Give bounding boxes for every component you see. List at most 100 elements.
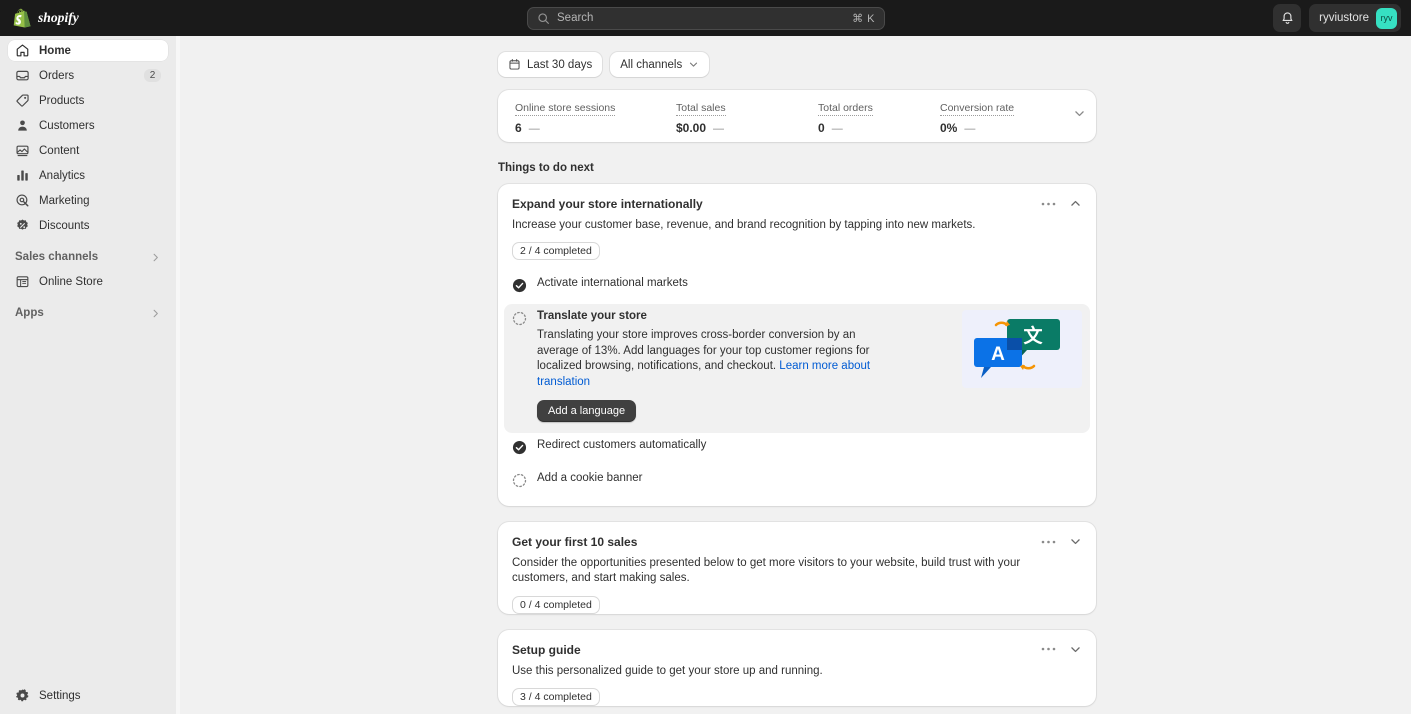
metric-total-sales: Total sales $0.00 — [676, 98, 818, 135]
sidebar-item-home[interactable]: Home [8, 40, 168, 61]
task-card-title: Expand your store internationally [512, 197, 703, 211]
task-label: Activate international markets [537, 277, 688, 290]
main-content: Last 30 days All channels Online store s… [180, 36, 1411, 714]
date-range-filter[interactable]: Last 30 days [498, 52, 603, 77]
task-card-title: Setup guide [512, 642, 581, 657]
sidebar-item-badge: 2 [144, 69, 161, 82]
sidebar-item-label: Analytics [39, 169, 86, 182]
card-collapse-toggle[interactable] [1067, 641, 1084, 658]
sidebar-item-discounts[interactable]: Discounts [8, 215, 168, 236]
task-completed-icon[interactable] [512, 440, 527, 460]
task-label: Redirect customers automatically [537, 439, 707, 452]
sidebar-item-label: Products [39, 94, 85, 107]
metric-label[interactable]: Total orders [818, 102, 873, 116]
sidebar-item-label: Customers [39, 119, 95, 132]
task-illustration: 文A [962, 310, 1082, 393]
sidebar-item-products[interactable]: Products [8, 90, 168, 111]
chevron-down-icon [1071, 539, 1080, 545]
metric-delta: — [713, 122, 725, 135]
task-item[interactable]: Activate international markets [504, 271, 1090, 304]
card-menu-button[interactable] [1040, 533, 1057, 550]
task-item[interactable]: Add a cookie banner [504, 466, 1090, 499]
search-icon [538, 13, 549, 24]
card-menu-button[interactable] [1040, 641, 1057, 658]
metrics-collapse-button[interactable] [1073, 107, 1086, 125]
sidebar-item-marketing[interactable]: Marketing [8, 190, 168, 211]
filter-bar: Last 30 days All channels [498, 52, 1096, 77]
metric-label[interactable]: Online store sessions [515, 102, 616, 116]
metrics-summary-card: Online store sessions 6— Total sales $0.00 —… [498, 90, 1096, 142]
card-collapse-toggle[interactable] [1067, 533, 1084, 550]
task-card-header: Setup guide Use this personalized guide t… [498, 630, 1096, 706]
check-circle-filled-icon [512, 441, 527, 455]
shopify-wordmark: shopify [37, 10, 80, 25]
channel-filter[interactable]: All channels [610, 52, 710, 77]
sidebar-item-orders[interactable]: Orders 2 [8, 65, 168, 86]
card-menu-button[interactable] [1040, 195, 1057, 212]
task-incomplete-icon[interactable] [512, 311, 527, 331]
search-input[interactable]: Search ⌘ K [527, 7, 885, 30]
progress-badge: 2 / 4 completed [512, 242, 600, 261]
sidebar-item-analytics[interactable]: Analytics [8, 165, 168, 186]
task-card-header: Expand your store internationally Increas… [498, 184, 1096, 261]
topbar-actions: ryviustore ryv [1273, 4, 1401, 32]
gear-icon [16, 689, 29, 702]
svg-text:shopify: shopify [37, 10, 80, 25]
metric-online-store-sessions: Online store sessions 6— [515, 98, 676, 135]
metric-delta: — [964, 122, 976, 135]
metric-delta: — [831, 122, 843, 135]
metric-value: 0 [818, 120, 825, 135]
metric-label[interactable]: Conversion rate [940, 102, 1015, 116]
user-name: ryviustore [1319, 12, 1369, 24]
metrics-list: Online store sessions 6— Total sales $0.00 —… [515, 98, 1073, 135]
chevron-right-icon [153, 253, 158, 261]
task-card-description: Increase your customer base, revenue, an… [512, 219, 976, 231]
sidebar-item-settings[interactable]: Settings [8, 685, 168, 706]
user-menu-button[interactable]: ryviustore ryv [1309, 4, 1401, 32]
sidebar-section-label: Sales channels [15, 251, 99, 263]
sidebar-item-label: Orders [39, 69, 75, 82]
chevron-down-icon [1075, 111, 1084, 117]
task-list: Activate international markets Translate … [498, 260, 1096, 506]
sidebar-item-label: Online Store [39, 275, 103, 288]
task-card: Expand your store internationally Increas… [498, 184, 1096, 507]
card-collapse-toggle[interactable] [1067, 195, 1084, 212]
task-item[interactable]: Redirect customers automatically [504, 433, 1090, 466]
task-card-description: Use this personalized guide to get your … [512, 664, 823, 677]
metric-total-orders: Total orders 0 — [818, 98, 940, 135]
home-icon [16, 44, 29, 57]
top-bar: shopify Search ⌘ K ryviustore ryv [0, 0, 1411, 36]
task-card-actions [1040, 195, 1084, 212]
task-body: Add a cookie banner [537, 472, 1082, 484]
metric-label[interactable]: Total sales [676, 102, 726, 116]
sidebar-item-customers[interactable]: Customers [8, 115, 168, 136]
avatar: ryv [1376, 7, 1397, 29]
chevron-down-icon [690, 62, 698, 67]
more-horizontal-icon [1041, 540, 1056, 544]
shopify-logo[interactable]: shopify [12, 8, 111, 29]
sidebar-section-label: Apps [15, 307, 44, 319]
metric-value: 0% [940, 120, 958, 135]
task-detail: Translating your store improves cross-bo… [537, 328, 893, 390]
notifications-button[interactable] [1273, 4, 1302, 32]
sidebar-section-sales-channels[interactable]: Sales channels [8, 248, 168, 266]
products-tag-icon [16, 94, 29, 107]
content-image-icon [16, 145, 29, 157]
shopify-bag-icon [13, 8, 31, 27]
more-horizontal-icon [1041, 202, 1056, 205]
add-language-button[interactable]: Add a language [537, 400, 637, 423]
task-card: Setup guide Use this personalized guide t… [498, 629, 1096, 706]
task-body: Redirect customers automatically [537, 439, 1082, 451]
task-body: Activate international markets [537, 277, 1082, 289]
metric-value: $0.00 [676, 120, 707, 135]
task-incomplete-icon[interactable] [512, 473, 527, 493]
sidebar-item-content[interactable]: Content [8, 140, 168, 161]
page-title: Things to do next [498, 162, 594, 174]
task-item[interactable]: Translate your store Translating your sto… [504, 304, 1090, 434]
sidebar-item-online-store[interactable]: Online Store [8, 271, 168, 292]
search-container[interactable]: Search ⌘ K [527, 7, 885, 30]
calendar-icon [509, 59, 520, 70]
sidebar-section-apps[interactable]: Apps [8, 304, 168, 322]
check-circle-filled-icon [512, 279, 527, 293]
task-completed-icon[interactable] [512, 278, 527, 298]
